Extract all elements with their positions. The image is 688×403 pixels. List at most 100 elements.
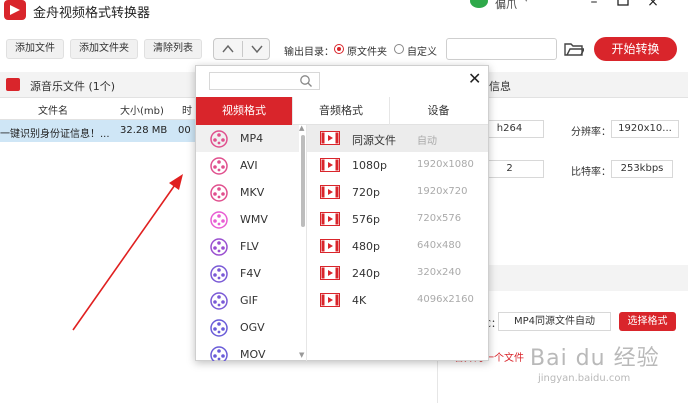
panel-header: 源音乐文件 (1个) [0, 72, 196, 98]
resolution-name: 720p [352, 186, 380, 199]
format-label: MOV [240, 348, 266, 361]
resolution-size: 720x576 [417, 213, 462, 224]
film-reel-icon [210, 265, 228, 286]
format-label: OGV [240, 321, 265, 334]
nav-group [213, 38, 270, 60]
format-item-mkv[interactable]: MKV [196, 179, 299, 206]
bitrate-label: 比特率： [571, 167, 611, 178]
resolution-size: 640x480 [417, 240, 462, 251]
format-item-mp4[interactable]: MP4 [196, 125, 299, 152]
film-reel-icon [210, 319, 228, 340]
close-button[interactable]: × [644, 0, 662, 10]
radio-source-label: 原文件夹 [347, 47, 387, 58]
column-time: 时 [182, 106, 192, 117]
video-file-icon [320, 185, 340, 202]
source-files-panel: 源音乐文件 (1个) 文件名 大小(mb) 时 一键识别身份证信息！... 32… [0, 72, 196, 403]
film-reel-icon [210, 211, 228, 232]
file-name: 一键识别身份证信息！... [0, 129, 110, 140]
format-label: MKV [240, 186, 265, 199]
format-item-wmv[interactable]: WMV [196, 206, 299, 233]
video-file-icon [320, 266, 340, 283]
format-label: MP4 [240, 132, 264, 145]
video-file-icon [320, 212, 340, 229]
format-item-flv[interactable]: FLV [196, 233, 299, 260]
watermark-text: Bai du 经验 [530, 346, 660, 371]
file-size: 32.28 MB [120, 125, 168, 136]
format-label: AVI [240, 159, 258, 172]
resolution-item[interactable]: 4K 4096x2160 [307, 287, 488, 314]
title-bar: 金舟视频格式转换器 偏爪 ▾ – × [0, 0, 688, 22]
add-folder-button[interactable]: 添加文件夹 [70, 39, 138, 59]
resolution-size: 320x240 [417, 267, 462, 278]
tab-video-format[interactable]: 视频格式 [196, 97, 293, 125]
resolution-item[interactable]: 1080p 1920x1080 [307, 152, 488, 179]
panel-title: 源音乐文件 (1个) [30, 80, 116, 93]
column-size: 大小(mb) [120, 106, 164, 117]
resolution-name: 1080p [352, 159, 387, 172]
format-item-gif[interactable]: GIF [196, 287, 299, 314]
user-avatar[interactable] [470, 0, 488, 8]
app-title: 金舟视频格式转换器 [33, 6, 151, 21]
resolution-item[interactable]: 720p 1920x720 [307, 179, 488, 206]
chevron-up-icon[interactable] [218, 41, 238, 57]
table-row[interactable]: 一键识别身份证信息！... 32.28 MB 00 [0, 120, 196, 142]
app-logo-icon [4, 0, 26, 20]
resolution-item[interactable]: 240p 320x240 [307, 260, 488, 287]
format-popup: ✕ 视频格式 音频格式 设备 MP4 AVI MKV WMV FLV F4V GIF OGV M… [195, 65, 489, 361]
watermark-url: jingyan.baidu.com [538, 373, 631, 384]
format-item-avi[interactable]: AVI [196, 152, 299, 179]
choose-format-button[interactable]: 选择格式 [619, 312, 676, 331]
format-tabs: 视频格式 音频格式 设备 [196, 97, 488, 125]
chevron-down-icon[interactable] [247, 41, 267, 57]
resolution-item[interactable]: 同源文件 自动 [307, 125, 488, 152]
resolution-size: 自动 [417, 136, 437, 147]
format-label: FLV [240, 240, 259, 253]
bitrate-field: 253kbps [611, 160, 673, 178]
video-icon [6, 78, 20, 91]
film-reel-icon [210, 292, 228, 313]
toolbar: 添加文件 添加文件夹 清除列表 输出目录： 原文件夹 自定义 开始转换 [0, 32, 688, 66]
radio-source-folder[interactable] [334, 44, 344, 54]
film-reel-icon [210, 346, 228, 361]
format-item-mov[interactable]: MOV [196, 341, 299, 361]
output-path-input[interactable] [446, 38, 557, 60]
maximize-button[interactable] [614, 0, 632, 10]
tab-audio-format[interactable]: 音频格式 [293, 97, 390, 125]
format-scrollbar[interactable]: ▲ ▼ [299, 124, 306, 361]
format-item-ogv[interactable]: OGV [196, 314, 299, 341]
user-name[interactable]: 偏爪 [495, 0, 517, 12]
video-file-icon [320, 293, 340, 310]
watermark: Bai du 经验 jingyan.baidu.com [530, 340, 660, 390]
resolution-label: 分辨率： [571, 127, 611, 138]
video-file-icon [320, 158, 340, 175]
resolution-name: 240p [352, 267, 380, 280]
chevron-down-icon[interactable]: ▾ [524, 0, 529, 5]
format-label: GIF [240, 294, 259, 307]
video-file-icon [320, 131, 340, 148]
resolution-item[interactable]: 480p 640x480 [307, 233, 488, 260]
format-item-f4v[interactable]: F4V [196, 260, 299, 287]
search-icon[interactable] [299, 74, 313, 91]
format-label: WMV [240, 213, 268, 226]
radio-custom[interactable] [394, 44, 404, 54]
minimize-button[interactable]: – [585, 0, 603, 10]
film-reel-icon [210, 130, 228, 151]
film-reel-icon [210, 238, 228, 259]
resolution-size: 1920x720 [417, 186, 468, 197]
output-format-field[interactable]: MP4同源文件自动 [498, 312, 611, 331]
resolution-name: 480p [352, 240, 380, 253]
folder-icon[interactable] [564, 41, 586, 60]
resolution-name: 同源文件 [352, 134, 396, 147]
add-file-button[interactable]: 添加文件 [6, 39, 64, 59]
resolution-name: 4K [352, 294, 367, 307]
column-filename: 文件名 [38, 106, 68, 117]
clear-list-button[interactable]: 清除列表 [144, 39, 202, 59]
resolution-item[interactable]: 576p 720x576 [307, 206, 488, 233]
close-icon[interactable]: ✕ [468, 71, 481, 87]
radio-custom-label: 自定义 [407, 47, 437, 58]
file-time: 00 [178, 125, 191, 136]
tab-device[interactable]: 设备 [390, 97, 487, 125]
start-convert-button[interactable]: 开始转换 [594, 37, 677, 61]
resolution-field: 1920x10... [611, 120, 679, 138]
resolution-name: 576p [352, 213, 380, 226]
